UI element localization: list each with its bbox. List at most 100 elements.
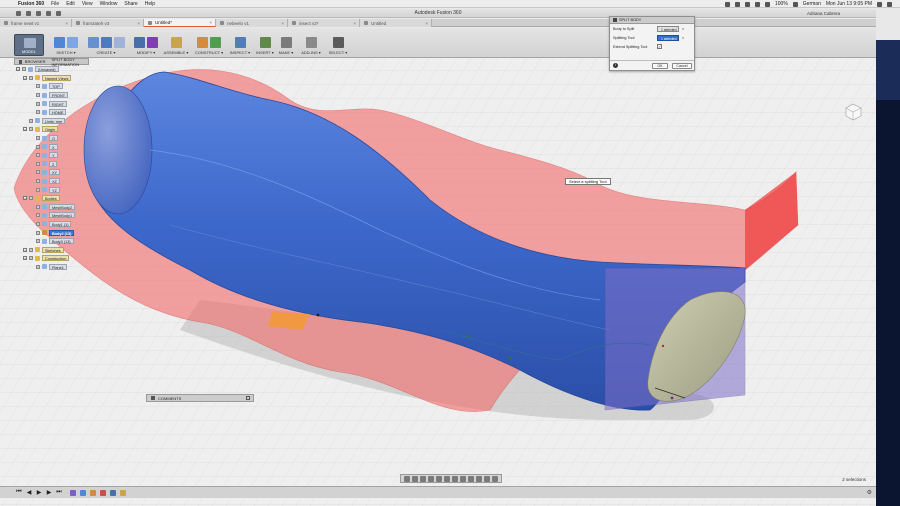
scripts-icon[interactable] bbox=[305, 36, 317, 48]
insert-image-icon[interactable] bbox=[259, 36, 271, 48]
display-settings-icon[interactable] bbox=[444, 476, 450, 482]
browser-node[interactable]: + Named Views bbox=[14, 74, 89, 83]
notification-center-icon[interactable] bbox=[887, 1, 892, 7]
tab-document[interactable]: frame newt v1 × bbox=[0, 19, 72, 27]
browser-node[interactable]: FRONT bbox=[14, 91, 89, 100]
expand-toggle-icon[interactable]: + bbox=[23, 247, 27, 252]
battery-percent[interactable]: 100% bbox=[775, 1, 788, 7]
timeline-forward-button[interactable]: ▶ bbox=[46, 489, 52, 496]
expand-toggle-icon[interactable]: + bbox=[23, 75, 27, 80]
visibility-toggle-icon[interactable] bbox=[36, 187, 40, 192]
visibility-toggle-icon[interactable] bbox=[36, 179, 40, 184]
clock[interactable]: Mon Jun 13 9:05 PM bbox=[826, 1, 872, 7]
time-machine-icon[interactable] bbox=[735, 1, 740, 7]
close-icon[interactable]: × bbox=[209, 20, 212, 25]
cancel-button[interactable]: Cancel bbox=[672, 62, 692, 69]
tab-document[interactable]: insect v2* × bbox=[288, 19, 360, 27]
menu-share[interactable]: Share bbox=[124, 1, 137, 7]
folder-icon[interactable] bbox=[26, 10, 31, 16]
sketch-icon[interactable] bbox=[54, 36, 65, 48]
pan-icon[interactable] bbox=[420, 476, 426, 482]
visibility-toggle-icon[interactable] bbox=[29, 118, 33, 123]
close-icon[interactable]: × bbox=[353, 21, 356, 26]
ribbon-group-addins[interactable]: ADD-INS ▾ bbox=[298, 35, 324, 57]
press-pull-icon[interactable] bbox=[134, 36, 145, 48]
browser-node[interactable]: RIGHT bbox=[14, 99, 89, 108]
add-comment-icon[interactable] bbox=[246, 396, 250, 400]
body-end-cap[interactable] bbox=[83, 85, 153, 215]
visibility-toggle-icon[interactable] bbox=[36, 144, 40, 149]
visibility-toggle-icon[interactable] bbox=[22, 67, 26, 72]
timeline-feature-icon[interactable] bbox=[90, 489, 96, 496]
visibility-toggle-icon[interactable] bbox=[36, 221, 40, 226]
collapse-icon[interactable] bbox=[19, 59, 22, 64]
visibility-toggle-icon[interactable] bbox=[29, 256, 33, 261]
body-to-split-selector[interactable]: 1 selected bbox=[657, 25, 679, 32]
dialog-header[interactable]: SPLIT BODY bbox=[610, 17, 694, 24]
expand-toggle-icon[interactable]: + bbox=[16, 67, 20, 72]
browser-node[interactable]: O bbox=[14, 134, 89, 143]
visibility-toggle-icon[interactable] bbox=[29, 196, 33, 201]
browser-node[interactable]: YZ bbox=[14, 185, 89, 194]
close-icon[interactable]: × bbox=[281, 21, 284, 26]
browser-node[interactable]: Body1 (1) bbox=[14, 220, 89, 229]
browser-node[interactable]: + Origin bbox=[14, 125, 89, 134]
battery-icon[interactable] bbox=[792, 1, 798, 7]
fillet-icon[interactable] bbox=[147, 36, 158, 48]
plane-icon[interactable] bbox=[197, 36, 208, 48]
menu-file[interactable]: File bbox=[51, 1, 59, 7]
ribbon-group-construct[interactable]: CONSTRUCT ▾ bbox=[192, 35, 226, 57]
splitting-tool-selector[interactable]: 1 selected bbox=[657, 34, 679, 41]
volume-icon[interactable] bbox=[765, 1, 770, 7]
browser-node[interactable]: MeshBody2 bbox=[14, 203, 89, 212]
browser-node[interactable]: XY bbox=[14, 168, 89, 177]
tab-document[interactable]: Untitled × bbox=[360, 19, 432, 27]
undo-icon[interactable] bbox=[46, 10, 51, 16]
fit-icon[interactable] bbox=[436, 476, 442, 482]
timeline-start-button[interactable]: ⏮ bbox=[16, 489, 22, 496]
timeline-feature-icon[interactable] bbox=[80, 489, 86, 496]
vertex-point[interactable] bbox=[670, 396, 674, 400]
vertex-point[interactable] bbox=[661, 344, 665, 348]
timeline-feature-icon[interactable] bbox=[120, 489, 126, 496]
spotlight-search-icon[interactable] bbox=[877, 1, 882, 7]
visibility-toggle-icon[interactable] bbox=[36, 204, 40, 209]
revolve-icon[interactable] bbox=[113, 36, 125, 48]
canvas-viewport[interactable] bbox=[0, 58, 876, 506]
expand-toggle-icon[interactable]: + bbox=[23, 256, 27, 261]
tab-document-active[interactable]: Untitled* × bbox=[144, 19, 216, 27]
workspace-switcher[interactable]: MODEL bbox=[14, 34, 44, 56]
grid-settings-icon[interactable] bbox=[452, 476, 458, 482]
input-source[interactable]: German bbox=[803, 1, 821, 7]
menu-edit[interactable]: Edit bbox=[66, 1, 75, 7]
ribbon-group-make[interactable]: MAKE ▾ bbox=[276, 35, 296, 57]
expand-toggle-icon[interactable]: + bbox=[23, 196, 27, 201]
arc-icon[interactable] bbox=[67, 36, 78, 48]
visibility-toggle-icon[interactable] bbox=[36, 170, 40, 175]
browser-node[interactable]: Y bbox=[14, 151, 89, 160]
browser-node[interactable]: X bbox=[14, 142, 89, 151]
close-icon[interactable]: × bbox=[65, 21, 68, 26]
select-icon[interactable] bbox=[332, 36, 344, 48]
ribbon-group-insert[interactable]: INSERT ▾ bbox=[254, 35, 276, 57]
timeline-feature-icon[interactable] bbox=[100, 489, 106, 496]
visibility-toggle-icon[interactable] bbox=[36, 153, 40, 158]
timeline-end-button[interactable]: ⏭ bbox=[56, 489, 62, 496]
dropbox-icon[interactable] bbox=[725, 1, 730, 7]
extend-splitting-tool-checkbox[interactable]: ✓ bbox=[657, 44, 662, 49]
browser-node[interactable]: + Construction bbox=[14, 254, 89, 263]
visibility-toggle-icon[interactable] bbox=[36, 264, 40, 269]
visibility-toggle-icon[interactable] bbox=[36, 110, 40, 115]
box-icon[interactable] bbox=[87, 36, 99, 48]
collapse-icon[interactable] bbox=[151, 396, 155, 400]
menu-view[interactable]: View bbox=[82, 1, 93, 7]
viewports-icon[interactable] bbox=[460, 476, 466, 482]
clear-selection-icon[interactable]: × bbox=[682, 35, 684, 40]
menu-app-name[interactable]: Fusion 360 bbox=[18, 1, 44, 7]
timeline-feature-icon[interactable] bbox=[70, 489, 76, 496]
browser-node[interactable]: Body2 (13) bbox=[14, 228, 89, 237]
visibility-toggle-icon[interactable] bbox=[36, 84, 40, 89]
ribbon-group-modify[interactable]: MODIFY ▾ bbox=[130, 35, 162, 57]
browser-node[interactable]: + (Unsaved) bbox=[14, 65, 89, 74]
timeline-back-button[interactable]: ◀ bbox=[26, 489, 32, 496]
